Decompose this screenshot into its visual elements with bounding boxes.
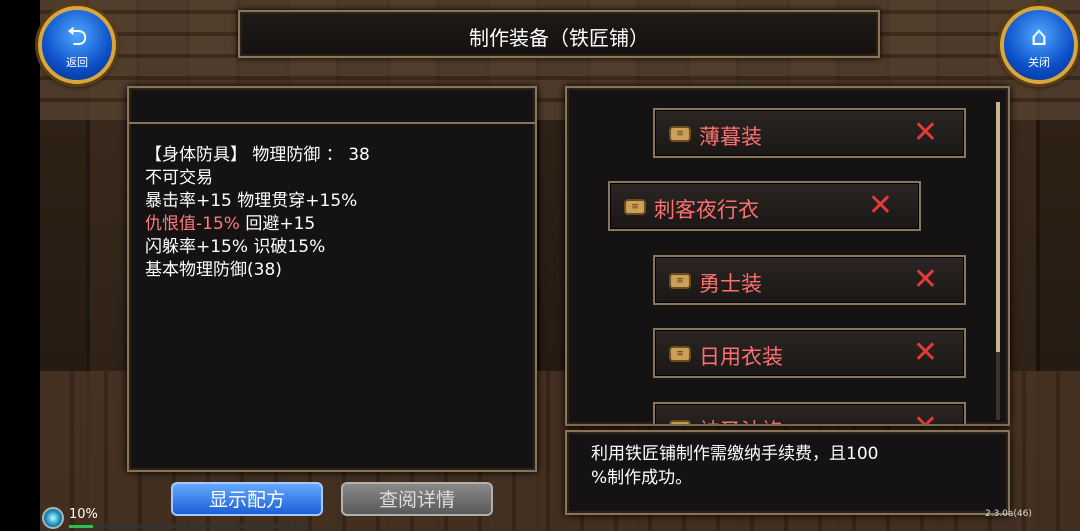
prop-hate-value: 仇恨值-15% <box>145 214 240 234</box>
version-label: 2.3.0a(46) <box>985 509 1032 519</box>
recipe-item[interactable]: ≡ 神圣法袍 ✕ <box>653 402 966 425</box>
prop-line: 闪躲率+15% 识破15% <box>145 237 326 257</box>
back-button-label: 返回 <box>66 56 88 69</box>
close-x-icon[interactable]: ✕ <box>868 189 893 223</box>
prop-line: 不可交易 <box>145 168 213 188</box>
info-text: 利用铁匠铺制作需缴纳手续费，且100 %制作成功。 <box>591 442 878 490</box>
recipe-scrollbar[interactable] <box>996 102 1000 420</box>
prop-evasion: 回避+15 <box>239 214 316 234</box>
close-x-icon[interactable]: ✕ <box>913 410 938 425</box>
close-button-label: 关闭 <box>1028 56 1050 69</box>
status-bar: 10% <box>42 505 312 529</box>
close-x-icon[interactable]: ✕ <box>913 116 938 150</box>
recipe-item[interactable]: ≡ 日用衣装 ✕ <box>653 328 966 378</box>
info-panel: 利用铁匠铺制作需缴纳手续费，且100 %制作成功。 <box>565 430 1010 515</box>
info-line: %制作成功。 <box>591 468 693 488</box>
back-button[interactable]: ⮌ 返回 <box>38 6 116 84</box>
scroll-icon: ≡ <box>669 346 691 362</box>
prop-line: 【身体防具】 物理防御 ： 38 <box>145 145 370 165</box>
status-percent: 10% <box>69 507 98 522</box>
title-bar: 制作装备（铁匠铺） <box>238 10 880 58</box>
close-button[interactable]: ⌂ 关闭 <box>1000 6 1078 84</box>
scroll-icon: ≡ <box>624 199 646 215</box>
home-icon: ⌂ <box>1030 22 1048 52</box>
scroll-icon: ≡ <box>669 273 691 289</box>
recipe-item[interactable]: ≡ 薄暮装 ✕ <box>653 108 966 158</box>
scroll-icon: ≡ <box>669 126 691 142</box>
recipe-name: 刺客夜行衣 <box>654 198 759 222</box>
status-progress-fill <box>69 525 93 528</box>
item-properties-text: 【身体防具】 物理防御 ： 38 不可交易 暴击率+15 物理贯穿+15% 仇恨… <box>145 144 370 282</box>
recipe-item[interactable]: ≡ 刺客夜行衣 ✕ <box>608 181 921 231</box>
scroll-icon: ≡ <box>669 420 691 424</box>
recipe-name: 薄暮装 <box>699 125 762 149</box>
status-orb-icon <box>42 507 64 529</box>
prop-line: 暴击率+15 物理贯穿+15% <box>145 191 358 211</box>
recipe-name: 勇士装 <box>699 272 762 296</box>
close-x-icon[interactable]: ✕ <box>913 263 938 297</box>
recipe-list-panel: ≡ 薄暮装 ✕ ≡ 刺客夜行衣 ✕ ≡ 勇士装 ✕ ≡ 日用衣装 ✕ ≡ 神圣法… <box>565 86 1010 426</box>
back-arrow-icon: ⮌ <box>66 22 88 52</box>
page-title: 制作装备（铁匠铺） <box>469 26 649 50</box>
prop-line: 仇恨值-15% 回避+15 <box>145 213 370 236</box>
recipe-item[interactable]: ≡ 勇士装 ✕ <box>653 255 966 305</box>
status-progress-bar <box>69 525 309 528</box>
item-properties-header <box>129 88 535 124</box>
close-x-icon[interactable]: ✕ <box>913 336 938 370</box>
view-details-button[interactable]: 查阅详情 <box>341 482 493 516</box>
recipe-name: 神圣法袍 <box>699 415 783 424</box>
info-line: 利用铁匠铺制作需缴纳手续费，且100 <box>591 444 879 464</box>
scrollbar-thumb[interactable] <box>996 102 1000 352</box>
prop-line: 基本物理防御(38) <box>145 260 282 280</box>
recipe-name: 日用衣装 <box>699 345 783 369</box>
item-properties-panel: 【身体防具】 物理防御 ： 38 不可交易 暴击率+15 物理贯穿+15% 仇恨… <box>127 86 537 472</box>
